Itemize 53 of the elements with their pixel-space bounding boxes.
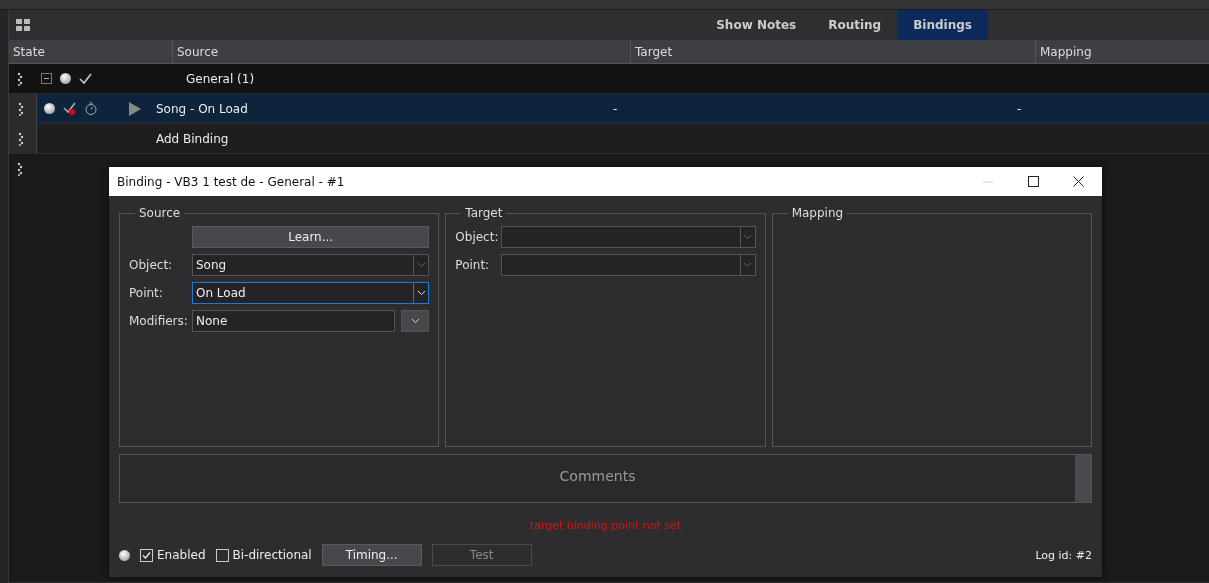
timing-button[interactable]: Timing... <box>321 544 422 566</box>
close-icon[interactable] <box>1073 176 1084 187</box>
column-header: Mapping <box>1039 43 1093 61</box>
column-header: State <box>9 40 173 63</box>
error-message: target binding point not set <box>528 519 683 532</box>
stopwatch-icon <box>85 102 97 115</box>
table-cell-text: General (1) <box>186 71 256 86</box>
column-header: Target <box>631 40 1036 63</box>
status-led-icon <box>44 103 55 114</box>
table-cell-text: Add Binding <box>156 131 230 146</box>
check-icon[interactable] <box>63 102 77 115</box>
drag-handle-icon[interactable] <box>18 131 24 146</box>
caret-icon <box>416 262 426 268</box>
point-dropdown[interactable]: On Load <box>192 282 430 304</box>
caret-icon <box>743 262 753 268</box>
checkbox-label[interactable]: Enabled <box>157 548 206 562</box>
table-cell-text: - <box>613 101 619 116</box>
log-id: Log id: #2 <box>1035 548 1092 562</box>
tab[interactable]: Bindings <box>897 10 988 40</box>
status-led-icon <box>119 549 130 561</box>
grid-icon[interactable] <box>16 19 30 31</box>
play-icon[interactable] <box>129 101 141 116</box>
checkbox[interactable] <box>140 548 153 562</box>
checkbox-label[interactable]: Bi-directional <box>232 548 312 562</box>
group-title: Mapping <box>790 206 845 220</box>
learn-button[interactable]: Learn... <box>192 226 430 248</box>
group-title: Target <box>464 206 504 220</box>
drag-handle-icon[interactable] <box>17 162 23 176</box>
table-cell-text: Song - On Load <box>156 101 249 116</box>
caret-icon <box>743 234 753 240</box>
tab[interactable]: Show Notes <box>700 10 813 40</box>
drag-handle-icon[interactable] <box>17 71 23 86</box>
column-header: Source <box>173 40 631 63</box>
group-title: Source <box>138 206 182 220</box>
field-label: Modifiers: <box>129 314 188 328</box>
field-label: Point: <box>455 258 491 272</box>
modifiers-field[interactable]: None <box>192 310 396 332</box>
status-led-icon <box>60 73 71 84</box>
table-cell-text: - <box>1017 101 1023 116</box>
check-icon[interactable] <box>79 73 92 84</box>
table-row[interactable]: General (1) <box>9 64 1209 94</box>
caret-icon <box>416 290 426 296</box>
field-label: Point: <box>129 286 164 300</box>
field-label: Object: <box>129 258 174 272</box>
tab[interactable]: Routing <box>812 10 898 40</box>
drag-handle-icon[interactable] <box>18 101 24 116</box>
window-title: Binding - VB3 1 test de - General - #1 <box>116 174 345 189</box>
field-label: Object: <box>455 230 498 244</box>
collapse-icon[interactable] <box>41 73 52 84</box>
checkbox[interactable] <box>215 548 229 562</box>
caret-icon <box>410 318 420 324</box>
maximize-icon[interactable] <box>1028 176 1039 187</box>
object-dropdown[interactable]: Song <box>192 254 430 276</box>
